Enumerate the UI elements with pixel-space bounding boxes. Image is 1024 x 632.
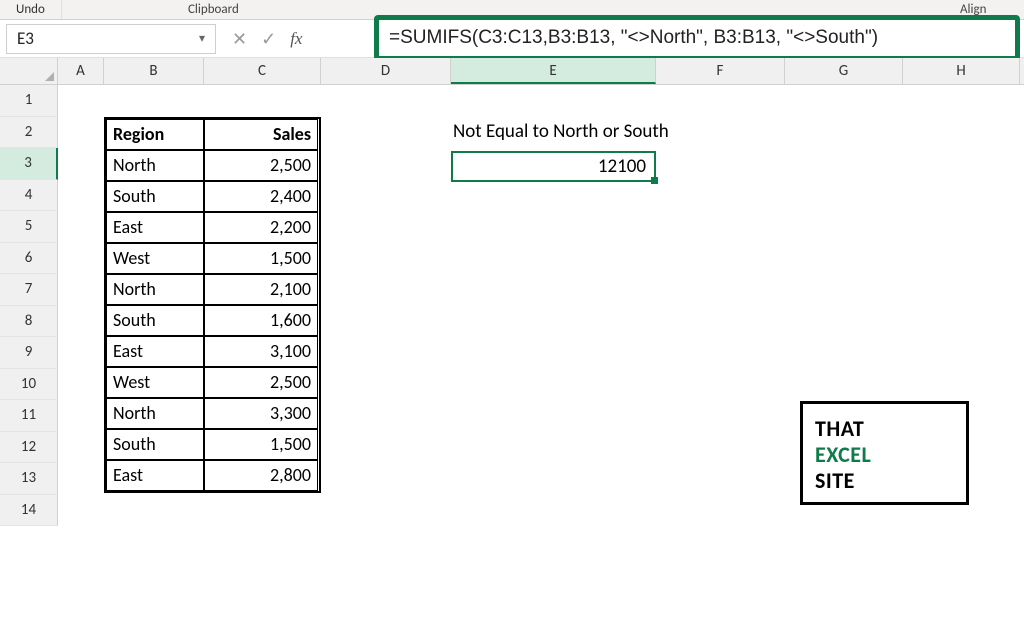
cell-region: North [106, 274, 204, 305]
table-row: East2,800 [106, 460, 319, 491]
row-header-7[interactable]: 7 [0, 274, 58, 306]
cell-sales: 2,500 [204, 367, 318, 398]
col-header-b[interactable]: B [104, 58, 204, 84]
header-sales: Sales [204, 119, 318, 150]
col-header-a[interactable]: A [58, 58, 104, 84]
row-header-1[interactable]: 1 [0, 85, 58, 117]
table-row: East2,200 [106, 212, 319, 243]
formula-bar-controls: ✕ ✓ fx [216, 28, 318, 50]
column-headers: ABCDEFGH [0, 58, 1024, 85]
cell-sales: 2,200 [204, 212, 318, 243]
cells-area[interactable]: Region Sales North2,500South2,400East2,2… [58, 85, 1024, 526]
table-row: West2,500 [106, 367, 319, 398]
col-header-c[interactable]: C [204, 58, 321, 84]
row-header-12[interactable]: 12 [0, 432, 58, 464]
row-header-6[interactable]: 6 [0, 243, 58, 275]
formula-bar-row: E3 ▾ ✕ ✓ fx [0, 20, 1024, 58]
chevron-down-icon[interactable]: ▾ [199, 31, 205, 46]
cell-region: South [106, 305, 204, 336]
row-header-5[interactable]: 5 [0, 211, 58, 243]
col-header-e[interactable]: E [451, 58, 656, 84]
cell-region: East [106, 212, 204, 243]
table-header-row: Region Sales [106, 119, 319, 150]
cell-region: West [106, 367, 204, 398]
cell-region: South [106, 181, 204, 212]
cell-sales: 2,400 [204, 181, 318, 212]
formula-bar-highlight [374, 15, 1020, 61]
table-row: North2,500 [106, 150, 319, 181]
row-header-14[interactable]: 14 [0, 495, 58, 527]
watermark-line2: EXCEL [815, 442, 954, 468]
grid-area: ABCDEFGH 1234567891011121314 Region Sale… [0, 58, 1024, 632]
cell-sales: 1,500 [204, 429, 318, 460]
col-header-f[interactable]: F [656, 58, 785, 84]
row-header-13[interactable]: 13 [0, 463, 58, 495]
cell-region: East [106, 336, 204, 367]
fx-icon[interactable]: fx [290, 29, 302, 49]
watermark-line3: SITE [815, 468, 954, 494]
select-all-corner[interactable] [0, 58, 58, 84]
row-header-10[interactable]: 10 [0, 369, 58, 401]
table-row: South1,600 [106, 305, 319, 336]
table-row: South2,400 [106, 181, 319, 212]
watermark-line1: THAT [815, 416, 954, 442]
name-box-value: E3 [17, 28, 34, 49]
cell-region: East [106, 460, 204, 491]
table-row: West1,500 [106, 243, 319, 274]
table-row: South1,500 [106, 429, 319, 460]
watermark-logo: THAT EXCEL SITE [800, 401, 969, 505]
row-header-4[interactable]: 4 [0, 180, 58, 212]
row-header-2[interactable]: 2 [0, 117, 58, 149]
col-header-h[interactable]: H [903, 58, 1020, 84]
label-not-equal: Not Equal to North or South [453, 120, 669, 143]
cell-sales: 3,300 [204, 398, 318, 429]
data-table: Region Sales North2,500South2,400East2,2… [104, 117, 321, 493]
cell-sales: 1,500 [204, 243, 318, 274]
table-row: North2,100 [106, 274, 319, 305]
row-header-11[interactable]: 11 [0, 400, 58, 432]
cell-region: North [106, 150, 204, 181]
cell-sales: 2,100 [204, 274, 318, 305]
col-header-d[interactable]: D [321, 58, 451, 84]
cell-region: West [106, 243, 204, 274]
cell-region: North [106, 398, 204, 429]
header-region: Region [106, 119, 204, 150]
cell-sales: 2,500 [204, 150, 318, 181]
cell-sales: 3,100 [204, 336, 318, 367]
cancel-icon[interactable]: ✕ [232, 28, 247, 50]
formula-bar-input[interactable] [389, 27, 1005, 49]
undo-button[interactable]: Undo [0, 0, 62, 19]
cell-sales: 1,600 [204, 305, 318, 336]
active-cell-value: 12100 [598, 155, 646, 178]
row-header-9[interactable]: 9 [0, 337, 58, 369]
rows-area: 1234567891011121314 Region Sales North2,… [0, 85, 1024, 526]
active-cell[interactable]: 12100 [451, 151, 656, 182]
ribbon-clipboard-label: Clipboard [188, 0, 239, 20]
table-row: East3,100 [106, 336, 319, 367]
cell-sales: 2,800 [204, 460, 318, 491]
name-box[interactable]: E3 ▾ [6, 24, 216, 54]
row-header-8[interactable]: 8 [0, 306, 58, 338]
cell-region: South [106, 429, 204, 460]
col-header-g[interactable]: G [785, 58, 903, 84]
table-row: North3,300 [106, 398, 319, 429]
row-headers: 1234567891011121314 [0, 85, 58, 526]
workbook: Undo Clipboard Align E3 ▾ ✕ ✓ fx ABCDEFG… [0, 0, 1024, 632]
row-header-3[interactable]: 3 [0, 148, 58, 180]
confirm-icon[interactable]: ✓ [261, 28, 276, 50]
